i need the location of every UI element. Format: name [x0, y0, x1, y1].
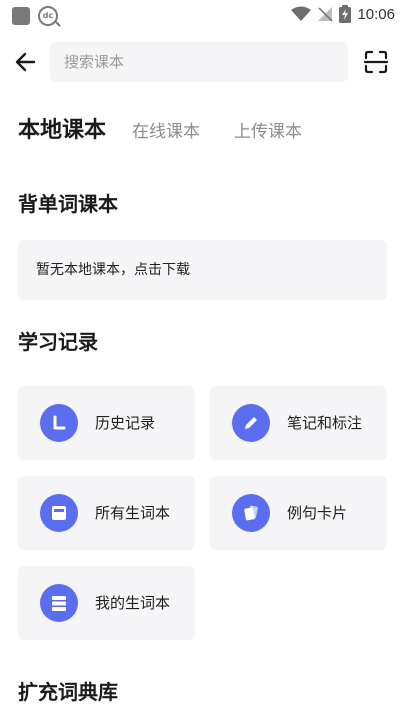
notification-app-icon — [12, 7, 30, 25]
history-icon — [40, 404, 78, 442]
back-arrow-icon[interactable] — [12, 48, 40, 76]
tab-upload-books[interactable]: 上传课本 — [234, 117, 302, 142]
history-records-card[interactable]: 历史记录 — [18, 386, 195, 460]
all-vocab-books-card[interactable]: 所有生词本 — [18, 476, 195, 550]
battery-charging-icon — [339, 5, 352, 23]
status-time: 10:06 — [357, 5, 395, 23]
all-vocab-books-label: 所有生词本 — [95, 504, 171, 522]
search-input[interactable] — [50, 42, 348, 82]
empty-local-books-card[interactable]: 暂无本地课本，点击下载 — [18, 240, 387, 300]
example-cards-label: 例句卡片 — [287, 504, 348, 522]
pencil-icon — [232, 404, 270, 442]
my-vocab-book-label: 我的生词本 — [95, 594, 171, 612]
section-title-vocab-books: 背单词课本 — [18, 192, 118, 216]
top-bar — [0, 40, 405, 84]
status-bar: dc 10:06 — [0, 0, 405, 32]
my-vocab-book-card[interactable]: 我的生词本 — [18, 566, 195, 640]
example-cards-card[interactable]: 例句卡片 — [210, 476, 387, 550]
tab-online-books[interactable]: 在线课本 — [132, 117, 200, 142]
book-tabs: 本地课本 在线课本 上传课本 — [18, 112, 336, 144]
tab-local-books[interactable]: 本地课本 — [18, 112, 106, 144]
dc-search-icon: dc — [38, 6, 58, 26]
cards-icon — [232, 494, 270, 532]
card-list-icon — [40, 494, 78, 532]
scan-icon[interactable] — [362, 48, 390, 76]
wifi-icon — [291, 6, 312, 21]
notes-annotations-card[interactable]: 笔记和标注 — [210, 386, 387, 460]
section-title-study-records: 学习记录 — [18, 330, 98, 354]
no-signal-icon — [318, 7, 333, 22]
section-title-dictionaries: 扩充词典库 — [18, 680, 118, 704]
list-icon — [40, 584, 78, 622]
history-records-label: 历史记录 — [95, 414, 156, 432]
notes-annotations-label: 笔记和标注 — [287, 414, 363, 432]
